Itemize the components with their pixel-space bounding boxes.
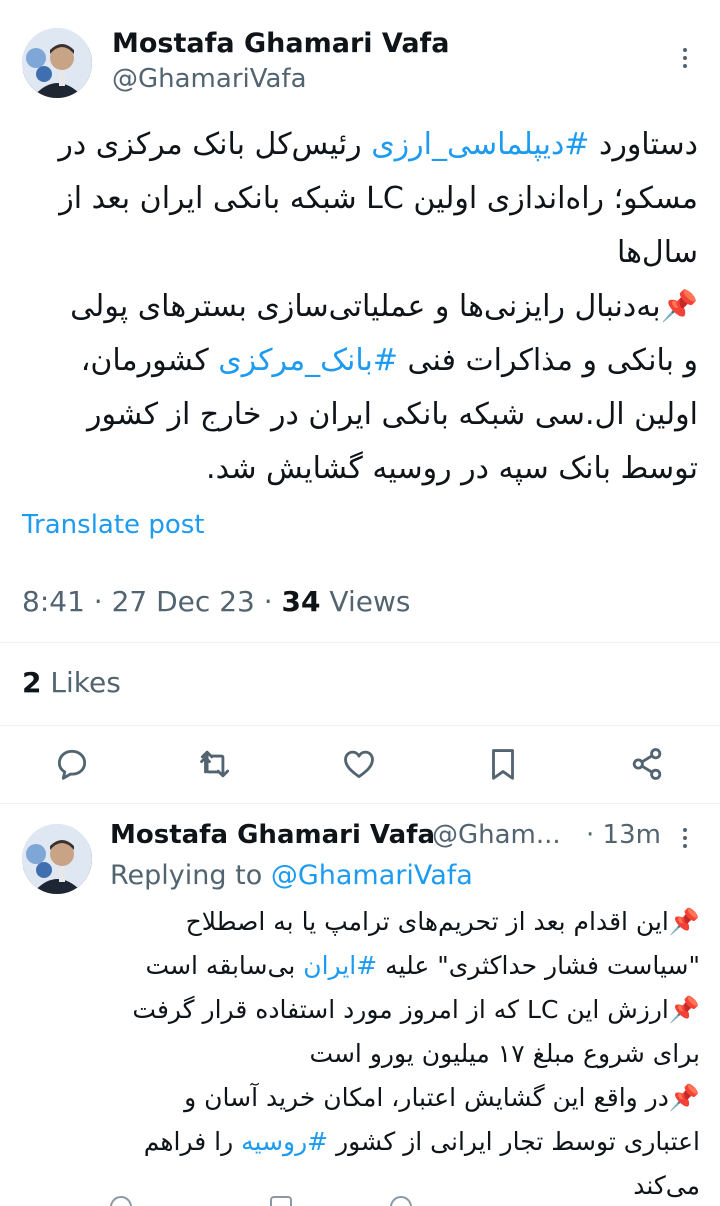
text-segment: اولین ال.سی شبکه بانکی ایران در خارج از … xyxy=(86,397,698,432)
avatar[interactable] xyxy=(22,824,92,894)
tweet-text: دستاورد #دیپلماسی_ارزی رئیس‌کل بانک مرکز… xyxy=(22,118,698,496)
text-line: 📌این اقدام بعد از تحریم‌های ترامپ یا به … xyxy=(110,900,700,944)
translate-post-link[interactable]: Translate post xyxy=(22,510,204,540)
display-name[interactable]: Mostafa Ghamari Vafa xyxy=(110,820,435,850)
text-segment: و بانکی و مذاکرات فنی xyxy=(397,343,699,378)
display-name[interactable]: Mostafa Ghamari Vafa xyxy=(112,28,450,59)
tweet-time[interactable]: · 13m xyxy=(586,820,661,850)
text-segment: توسط بانک سپه در روسیه گشایش شد. xyxy=(206,451,698,486)
like-icon[interactable] xyxy=(340,745,378,783)
replying-handle-link[interactable]: @GhamariVafa xyxy=(271,860,473,891)
text-segment: 📌ارزش این LC که از امروز مورد استفاده قر… xyxy=(132,995,700,1024)
text-segment: اعتباری توسط تجار ایرانی از کشور xyxy=(328,1127,700,1156)
text-line: اولین ال.سی شبکه بانکی ایران در خارج از … xyxy=(22,388,698,442)
likes-stat[interactable]: 2 Likes xyxy=(22,666,121,699)
more-icon[interactable] xyxy=(673,46,697,70)
text-segment: 📌این اقدام بعد از تحریم‌های ترامپ یا به … xyxy=(185,907,700,936)
text-segment: بی‌سابقه است xyxy=(145,951,304,980)
text-segment: را فراهم xyxy=(143,1127,242,1156)
reply-icon[interactable] xyxy=(110,1196,132,1206)
divider xyxy=(0,725,720,726)
tweet-time[interactable]: 8:41 · 27 Dec 23 · xyxy=(22,585,282,618)
retweet-icon[interactable] xyxy=(196,745,234,783)
text-line: و بانکی و مذاکرات فنی #بانک_مرکزی کشورما… xyxy=(22,334,698,388)
text-segment: "سیاست فشار حداکثری" علیه xyxy=(377,951,700,980)
more-icon[interactable] xyxy=(673,826,697,850)
text-line: مسکو؛ راه‌اندازی اولین LC شبکه بانکی ایر… xyxy=(22,172,698,226)
replying-to: Replying to @GhamariVafa xyxy=(110,860,473,891)
text-segment: 📌به‌دنبال رایزنی‌ها و عملیاتی‌سازی بستره… xyxy=(70,289,698,324)
hashtag-link[interactable]: #ایران xyxy=(303,951,377,980)
text-line: دستاورد #دیپلماسی_ارزی رئیس‌کل بانک مرکز… xyxy=(22,118,698,172)
text-segment: کشورمان، xyxy=(80,343,219,378)
like-icon[interactable] xyxy=(390,1196,412,1206)
text-line: برای شروع مبلغ ۱۷ میلیون یورو است xyxy=(110,1032,700,1076)
reply-icon[interactable] xyxy=(53,745,91,783)
views-label: Views xyxy=(320,585,411,618)
avatar[interactable] xyxy=(22,28,92,98)
hashtag-link[interactable]: #بانک_مرکزی xyxy=(218,343,398,378)
divider xyxy=(0,642,720,643)
reply-action-bar xyxy=(110,1196,710,1206)
tweet-text: 📌این اقدام بعد از تحریم‌های ترامپ یا به … xyxy=(110,900,700,1206)
text-segment: برای شروع مبلغ ۱۷ میلیون یورو است xyxy=(309,1039,700,1068)
text-line: سال‌ها xyxy=(22,226,698,280)
text-line: 📌به‌دنبال رایزنی‌ها و عملیاتی‌سازی بستره… xyxy=(22,280,698,334)
text-line: توسط بانک سپه در روسیه گشایش شد. xyxy=(22,442,698,496)
hashtag-link[interactable]: #دیپلماسی_ارزی xyxy=(371,127,589,162)
handle[interactable]: @GhamariVafa xyxy=(112,64,307,94)
text-line: اعتباری توسط تجار ایرانی از کشور #روسیه … xyxy=(110,1120,700,1164)
handle[interactable]: @Gham... xyxy=(432,820,561,850)
text-segment: دستاورد xyxy=(589,127,698,162)
replying-prefix: Replying to xyxy=(110,860,271,891)
tweet-meta: 8:41 · 27 Dec 23 · 34 Views xyxy=(22,585,410,618)
views-count: 34 xyxy=(281,585,321,618)
share-icon[interactable] xyxy=(628,745,666,783)
divider xyxy=(0,803,720,804)
bookmark-icon[interactable] xyxy=(484,745,522,783)
text-segment: سال‌ها xyxy=(616,235,698,270)
text-line: 📌ارزش این LC که از امروز مورد استفاده قر… xyxy=(110,988,700,1032)
text-line: 📌در واقع این گشایش اعتبار، امکان خرید آس… xyxy=(110,1076,700,1120)
retweet-icon[interactable] xyxy=(270,1196,292,1206)
likes-label: Likes xyxy=(41,666,121,699)
text-segment: رئیس‌کل بانک مرکزی در xyxy=(58,127,372,162)
hashtag-link[interactable]: #روسیه xyxy=(241,1127,328,1156)
text-segment: 📌در واقع این گشایش اعتبار، امکان خرید آس… xyxy=(184,1083,700,1112)
text-line: "سیاست فشار حداکثری" علیه #ایران بی‌سابق… xyxy=(110,944,700,988)
likes-count: 2 xyxy=(22,666,42,699)
text-segment: مسکو؛ راه‌اندازی اولین LC شبکه بانکی ایر… xyxy=(59,181,698,216)
